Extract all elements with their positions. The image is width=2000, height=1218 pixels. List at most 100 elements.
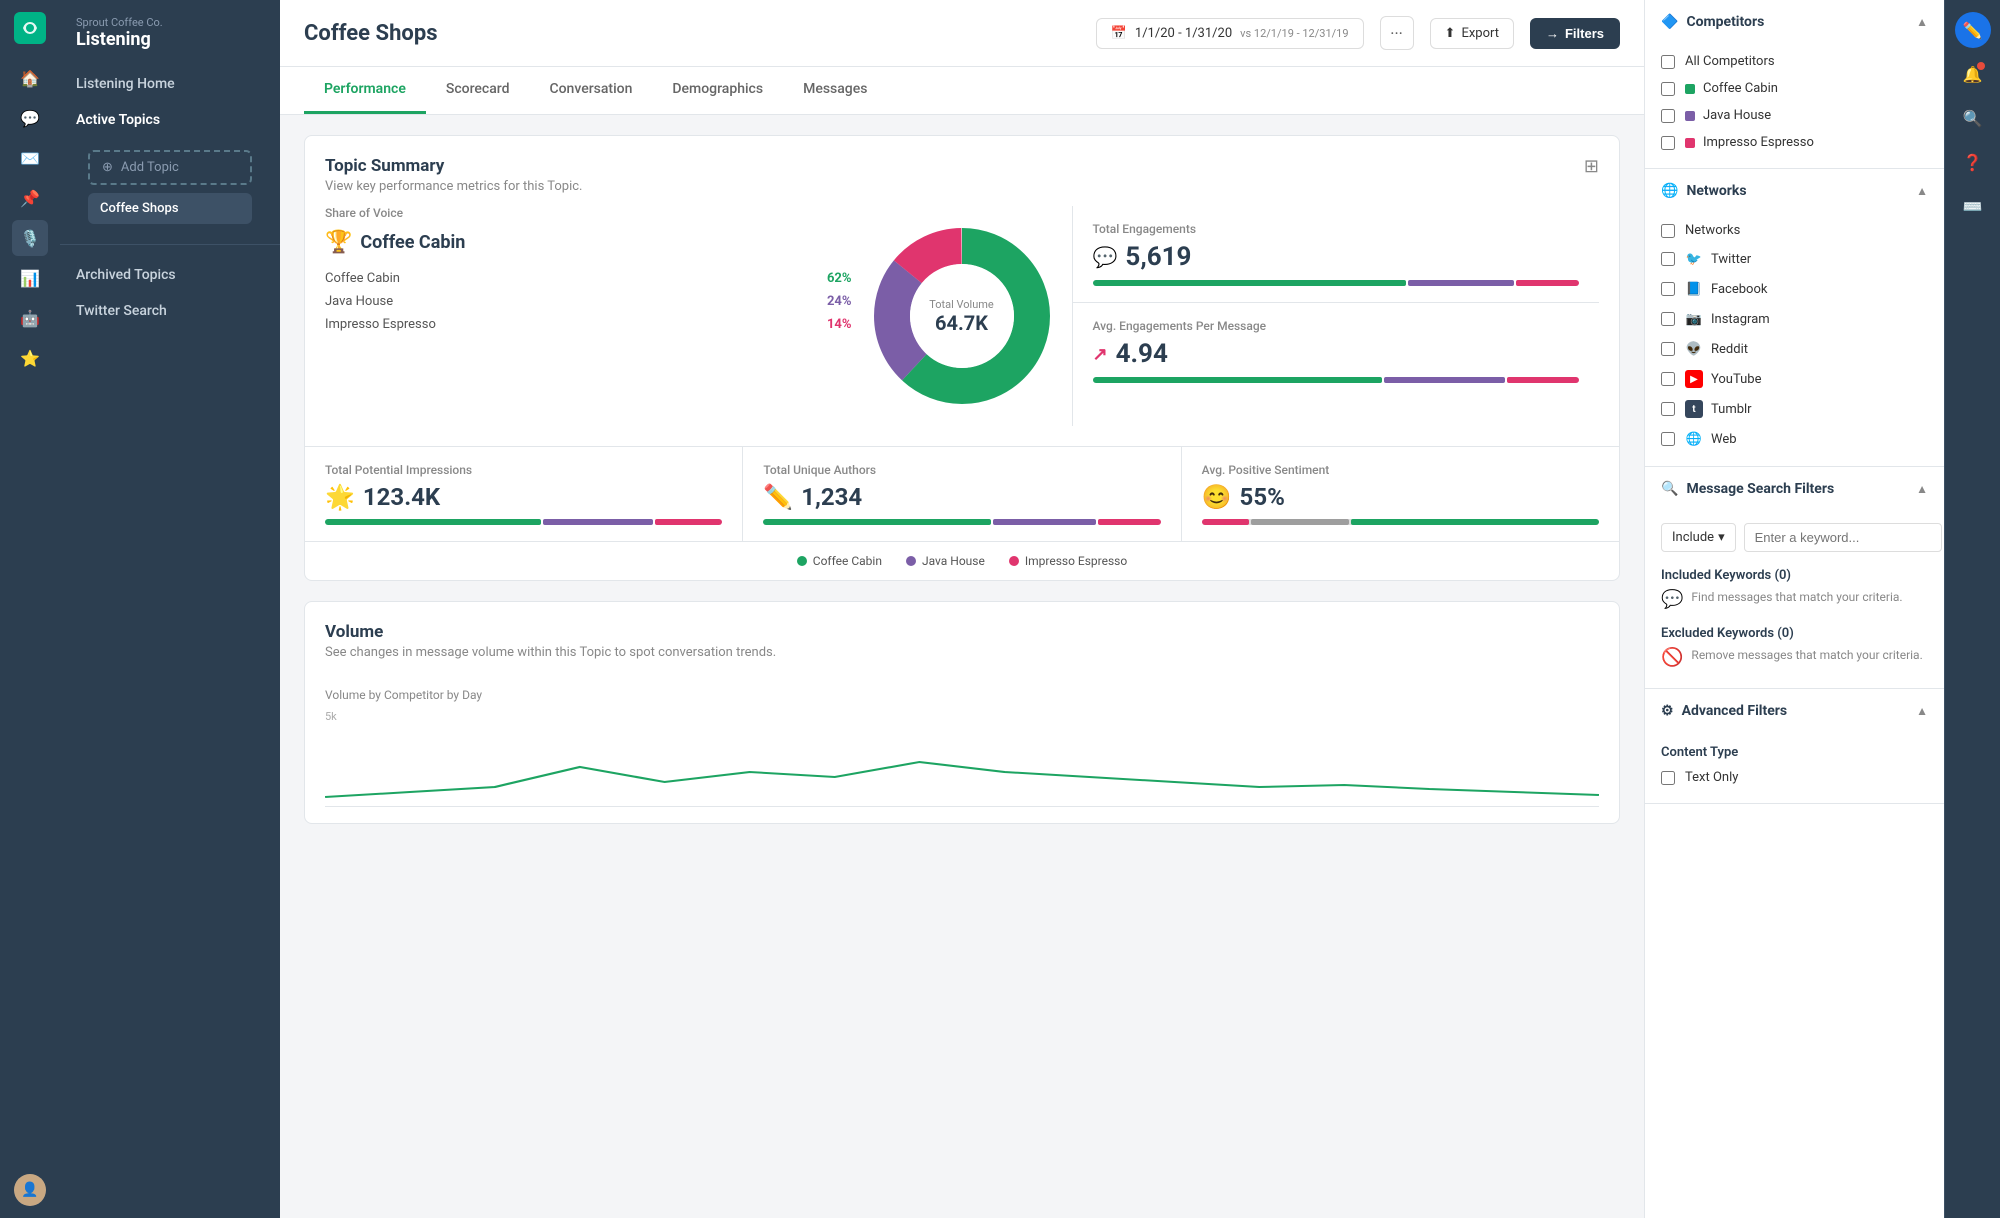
coffee-cabin-row[interactable]: Coffee Cabin: [1661, 75, 1928, 102]
instagram-row[interactable]: 📷 Instagram: [1661, 304, 1928, 334]
excluded-hint-text: Remove messages that match your criteria…: [1691, 647, 1922, 664]
legend-dot-2: [1009, 556, 1019, 566]
tab-scorecard[interactable]: Scorecard: [426, 67, 530, 114]
advanced-filters-header[interactable]: ⚙ Advanced Filters ▲: [1645, 689, 1944, 733]
volume-chart-svg: [325, 727, 1599, 807]
bell-icon[interactable]: 🔔: [1955, 56, 1991, 92]
advanced-filters-section: ⚙ Advanced Filters ▲ Content Type Text O…: [1645, 689, 1944, 804]
grid-view-icon[interactable]: ⊞: [1584, 156, 1599, 177]
all-networks-checkbox[interactable]: [1661, 224, 1675, 238]
instagram-checkbox[interactable]: [1661, 312, 1675, 326]
more-options-button[interactable]: ···: [1380, 16, 1414, 50]
chart-y-label: 5k: [325, 710, 1599, 723]
all-networks-row[interactable]: Networks: [1661, 217, 1928, 244]
date-range-button[interactable]: 📅 1/1/20 - 1/31/20 vs 12/1/19 - 12/31/19: [1096, 18, 1364, 49]
message-search-header[interactable]: 🔍 Message Search Filters ▲: [1645, 467, 1944, 511]
youtube-checkbox[interactable]: [1661, 372, 1675, 386]
message-search-body: Include ▾ Included Keywords (0) 💬 Find m…: [1645, 511, 1944, 688]
nav-pin-icon[interactable]: 📌: [12, 180, 48, 216]
facebook-row[interactable]: 📘 Facebook: [1661, 274, 1928, 304]
trophy-icon: 🏆: [325, 230, 352, 255]
networks-section-header[interactable]: 🌐 Networks ▲: [1645, 169, 1944, 213]
avg-engagements-bar: [1093, 377, 1580, 383]
reddit-label: 👽 Reddit: [1685, 340, 1928, 358]
arrow-up-icon: ↗: [1093, 344, 1108, 365]
nav-listening-icon[interactable]: 🎙️: [12, 220, 48, 256]
nav-inbox-icon[interactable]: 💬: [12, 100, 48, 136]
competitors-section-header[interactable]: 🔷 Competitors ▲: [1645, 0, 1944, 44]
tab-performance[interactable]: Performance: [304, 67, 426, 114]
impresso-label: Impresso Espresso: [1685, 135, 1928, 150]
topic-summary-card: Topic Summary View key performance metri…: [304, 135, 1620, 581]
calendar-icon: 📅: [1111, 26, 1127, 41]
included-keywords-hint: 💬 Find messages that match your criteria…: [1661, 589, 1928, 610]
page-title: Coffee Shops: [304, 21, 1080, 46]
legend-dot-0: [797, 556, 807, 566]
lower-metric-sentiment: Avg. Positive Sentiment 😊 55%: [1182, 447, 1619, 541]
authors-value: ✏️ 1,234: [763, 483, 1160, 511]
keyboard-icon[interactable]: ⌨️: [1955, 188, 1991, 224]
reddit-checkbox[interactable]: [1661, 342, 1675, 356]
impresso-dot: [1685, 138, 1695, 148]
networks-icon: 🌐: [1661, 183, 1678, 199]
coffee-cabin-label: Coffee Cabin: [1685, 81, 1928, 96]
nav-tasks-icon[interactable]: ✉️: [12, 140, 48, 176]
sentiment-label: Avg. Positive Sentiment: [1202, 463, 1599, 477]
message-search-chevron: ▲: [1916, 482, 1928, 496]
all-competitors-row[interactable]: All Competitors: [1661, 48, 1928, 75]
sidebar-item-archived-topics[interactable]: Archived Topics: [60, 257, 280, 293]
engagements-bar: [1093, 280, 1580, 286]
java-house-row[interactable]: Java House: [1661, 102, 1928, 129]
filters-button[interactable]: → Filters: [1530, 18, 1620, 49]
web-row[interactable]: 🌐 Web: [1661, 424, 1928, 454]
all-networks-label: Networks: [1685, 223, 1928, 238]
nav-home-icon[interactable]: 🏠: [12, 60, 48, 96]
impresso-row[interactable]: Impresso Espresso: [1661, 129, 1928, 156]
text-only-checkbox[interactable]: [1661, 771, 1675, 785]
tumblr-row[interactable]: t Tumblr: [1661, 394, 1928, 424]
tab-demographics[interactable]: Demographics: [652, 67, 783, 114]
twitter-icon: 🐦: [1685, 250, 1703, 268]
nav-analytics-icon[interactable]: 📊: [12, 260, 48, 296]
volume-card-header: Volume See changes in message volume wit…: [305, 602, 1619, 672]
pencil-icon: ✏️: [763, 483, 793, 511]
sidebar-item-listening-home[interactable]: Listening Home: [60, 66, 280, 102]
text-only-row[interactable]: Text Only: [1661, 764, 1928, 791]
sidebar-item-active-topics[interactable]: Active Topics: [60, 102, 280, 138]
competitors-icon: 🔷: [1661, 14, 1678, 30]
include-select[interactable]: Include ▾: [1661, 523, 1736, 552]
twitter-checkbox[interactable]: [1661, 252, 1675, 266]
avatar[interactable]: 👤: [14, 1174, 46, 1206]
edit-icon[interactable]: ✏️: [1955, 12, 1991, 48]
twitter-row[interactable]: 🐦 Twitter: [1661, 244, 1928, 274]
nav-publish-icon[interactable]: 🤖: [12, 300, 48, 336]
web-checkbox[interactable]: [1661, 432, 1675, 446]
competitors-body: All Competitors Coffee Cabin Java House: [1645, 44, 1944, 168]
coffee-cabin-checkbox[interactable]: [1661, 82, 1675, 96]
sidebar-item-coffee-shops[interactable]: Coffee Shops: [88, 193, 252, 224]
tumblr-checkbox[interactable]: [1661, 402, 1675, 416]
youtube-row[interactable]: ▶ YouTube: [1661, 364, 1928, 394]
java-house-checkbox[interactable]: [1661, 109, 1675, 123]
all-competitors-checkbox[interactable]: [1661, 55, 1675, 69]
legend-dot-1: [906, 556, 916, 566]
topic-summary-body: Share of Voice 🏆 Coffee Cabin Coffee Cab…: [305, 206, 1619, 446]
far-right-panel: ✏️ 🔔 🔍 ❓ ⌨️: [1944, 0, 2000, 1218]
tab-messages[interactable]: Messages: [783, 67, 887, 114]
search-nav-icon[interactable]: 🔍: [1955, 100, 1991, 136]
sidebar-item-twitter-search[interactable]: Twitter Search: [60, 293, 280, 329]
excluded-hint-icon: 🚫: [1661, 647, 1683, 668]
facebook-checkbox[interactable]: [1661, 282, 1675, 296]
topic-summary-header: Topic Summary View key performance metri…: [305, 136, 1619, 206]
nav-star-icon[interactable]: ⭐: [12, 340, 48, 376]
export-button[interactable]: ⬆ Export: [1430, 18, 1514, 49]
volume-subtitle: See changes in message volume within thi…: [325, 645, 776, 660]
avg-engagements-block: Avg. Engagements Per Message ↗ 4.94: [1073, 303, 1600, 399]
reddit-row[interactable]: 👽 Reddit: [1661, 334, 1928, 364]
help-icon[interactable]: ❓: [1955, 144, 1991, 180]
keyword-input[interactable]: [1744, 523, 1942, 552]
tab-conversation[interactable]: Conversation: [529, 67, 652, 114]
impresso-checkbox[interactable]: [1661, 136, 1675, 150]
add-topic-button[interactable]: ⊕ Add Topic: [88, 150, 252, 185]
advanced-filters-icon: ⚙: [1661, 703, 1674, 719]
